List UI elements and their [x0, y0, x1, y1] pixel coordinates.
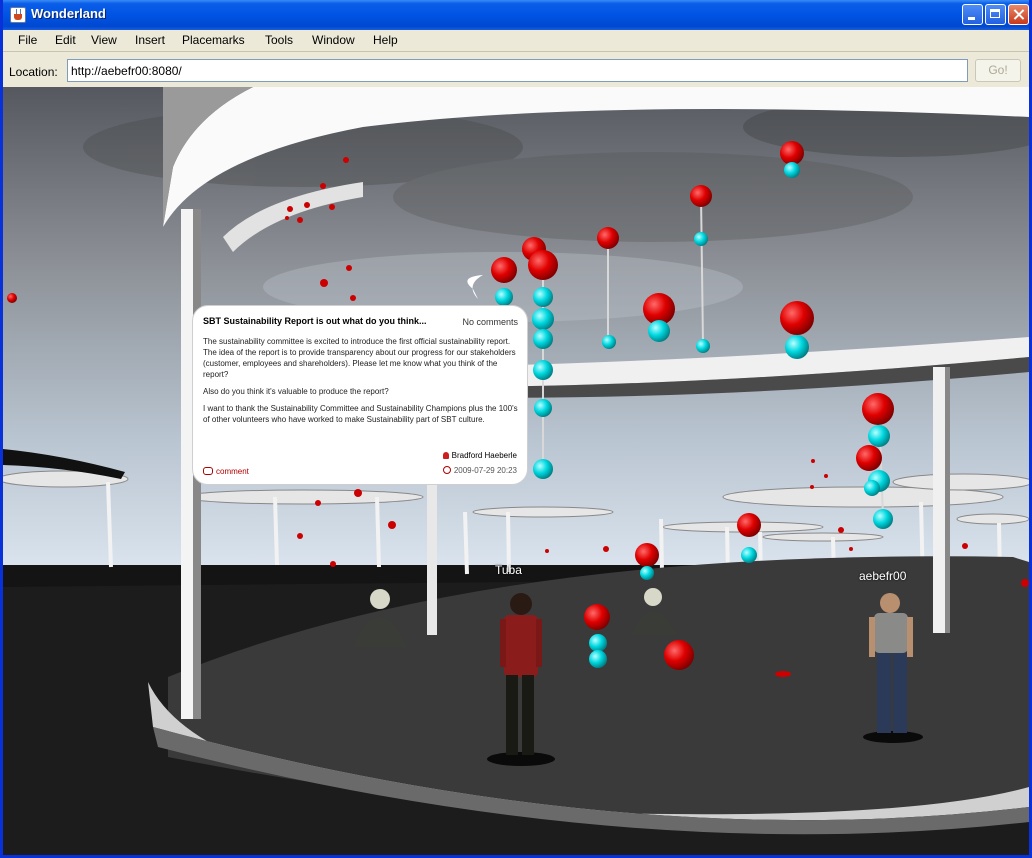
- location-label: Location:: [9, 65, 58, 79]
- title-bar[interactable]: Wonderland: [3, 0, 1029, 30]
- clock-icon: [442, 466, 451, 474]
- minimize-button[interactable]: [962, 4, 983, 25]
- menu-help[interactable]: Help: [373, 33, 398, 47]
- post-date: 2009-07-29 20:23: [442, 466, 517, 475]
- post-author: Bradford Haeberle: [442, 451, 517, 460]
- post-bubble[interactable]: SBT Sustainability Report is out what do…: [192, 305, 528, 485]
- menu-view[interactable]: View: [91, 33, 117, 47]
- go-button[interactable]: Go!: [975, 59, 1021, 82]
- menu-file[interactable]: File: [18, 33, 37, 47]
- app-window: Wonderland File Edit View Insert Placema…: [0, 0, 1032, 858]
- comment-link-label[interactable]: comment: [216, 467, 249, 476]
- menu-tools[interactable]: Tools: [265, 33, 293, 47]
- comment-link[interactable]: comment: [203, 467, 249, 476]
- java-app-icon[interactable]: [10, 7, 26, 23]
- post-paragraph: Also do you think it's valuable to produ…: [203, 387, 389, 396]
- maximize-button[interactable]: [985, 4, 1006, 25]
- avatar-name-tuba: Tuba: [495, 563, 522, 577]
- menu-insert[interactable]: Insert: [135, 33, 165, 47]
- post-body: The sustainability committee is excited …: [203, 336, 521, 446]
- location-input[interactable]: http://aebefr00:8080/: [67, 59, 968, 82]
- post-comment-count[interactable]: No comments: [462, 317, 518, 327]
- 3d-viewport[interactable]: Tuba aebefr00 SBT Sustainability Report …: [3, 87, 1029, 855]
- post-paragraph: I want to thank the Sustainability Commi…: [203, 404, 518, 424]
- menu-placemarks[interactable]: Placemarks: [182, 33, 245, 47]
- window-title: Wonderland: [31, 6, 106, 21]
- comment-icon: [203, 467, 213, 475]
- avatar-name-aebefr00: aebefr00: [859, 569, 907, 583]
- post-title[interactable]: SBT Sustainability Report is out what do…: [203, 316, 427, 326]
- post-author-name: Bradford Haeberle: [451, 451, 517, 460]
- menu-edit[interactable]: Edit: [55, 33, 76, 47]
- menu-bar: File Edit View Insert Placemarks Tools W…: [3, 30, 1029, 50]
- close-button[interactable]: [1008, 4, 1029, 25]
- menu-window[interactable]: Window: [312, 33, 355, 47]
- post-date-text: 2009-07-29 20:23: [453, 466, 517, 475]
- location-bar: Location: http://aebefr00:8080/ Go!: [3, 51, 1029, 88]
- post-paragraph: The sustainability committee is excited …: [203, 337, 516, 379]
- user-icon: [442, 452, 449, 459]
